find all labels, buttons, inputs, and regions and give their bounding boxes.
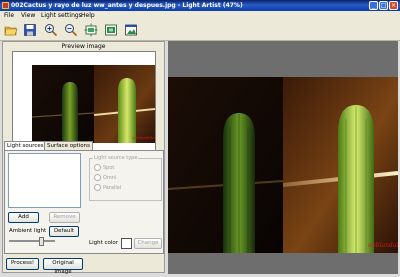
tab-surface-options[interactable]: Surface options: [44, 141, 93, 150]
zoom-in-icon[interactable]: [44, 23, 58, 37]
light-sources-list[interactable]: [8, 153, 81, 208]
ambient-light-slider[interactable]: [9, 237, 55, 246]
open-folder-icon[interactable]: [4, 23, 18, 37]
maximize-button[interactable]: □: [379, 1, 388, 10]
main-watermark: unblandalid: [368, 242, 398, 249]
ambient-light-label: Ambient light: [9, 228, 47, 234]
radio-parallel-indicator[interactable]: [94, 184, 101, 191]
fit-to-window-icon[interactable]: [84, 23, 98, 37]
close-button[interactable]: ×: [389, 1, 398, 10]
remove-light-button[interactable]: Remove: [49, 212, 80, 223]
process-button[interactable]: Process!: [6, 258, 39, 270]
minimize-button[interactable]: _: [369, 1, 378, 10]
radio-spot-label: Spot: [103, 165, 115, 171]
actual-size-icon[interactable]: [104, 23, 118, 37]
image-canvas[interactable]: unblandalid: [168, 41, 398, 274]
light-sources-tab-content: Add Remove Light source type Spot Omni P…: [4, 150, 164, 254]
original-image-button[interactable]: Original Image: [43, 258, 83, 275]
zoom-out-icon[interactable]: [64, 23, 78, 37]
window-title: 002Cactus y rayo de luz ww_antes y despu…: [11, 2, 243, 9]
change-color-button[interactable]: Change: [134, 238, 162, 249]
radio-spot-indicator[interactable]: [94, 164, 101, 171]
radio-omni[interactable]: Omni: [94, 174, 116, 181]
menu-view[interactable]: View: [21, 12, 35, 20]
light-color-swatch[interactable]: [121, 238, 132, 249]
radio-omni-label: Omni: [103, 175, 117, 181]
menu-file[interactable]: File: [4, 12, 14, 20]
save-disk-icon[interactable]: [23, 23, 37, 37]
add-light-button[interactable]: Add: [8, 212, 39, 223]
toolbar: [0, 21, 400, 41]
image-window-icon[interactable]: [124, 23, 138, 37]
preview-watermark: unblandalid: [132, 135, 155, 140]
light-color-label: Light color: [89, 240, 119, 246]
radio-spot[interactable]: Spot: [94, 164, 114, 171]
main-image: unblandalid: [168, 77, 398, 253]
settings-panel: Preview image unblandalid Light sources …: [2, 41, 165, 275]
app-icon: [2, 2, 9, 9]
menu-help[interactable]: Help: [81, 12, 95, 20]
radio-omni-indicator[interactable]: [94, 174, 101, 181]
light-source-type-group: Light source type Spot Omni Parallel: [89, 155, 162, 201]
menu-light-settings[interactable]: Light settings: [41, 12, 82, 20]
preview-image: unblandalid: [32, 65, 155, 143]
title-bar: 002Cactus y rayo de luz ww_antes y despu…: [0, 0, 400, 11]
default-button[interactable]: Default: [49, 226, 79, 237]
preview-label: Preview image: [61, 43, 106, 50]
radio-parallel[interactable]: Parallel: [94, 184, 121, 191]
ambient-light-slider-thumb[interactable]: [39, 237, 44, 246]
light-source-type-title: Light source type: [93, 155, 139, 161]
radio-parallel-label: Parallel: [103, 185, 122, 191]
